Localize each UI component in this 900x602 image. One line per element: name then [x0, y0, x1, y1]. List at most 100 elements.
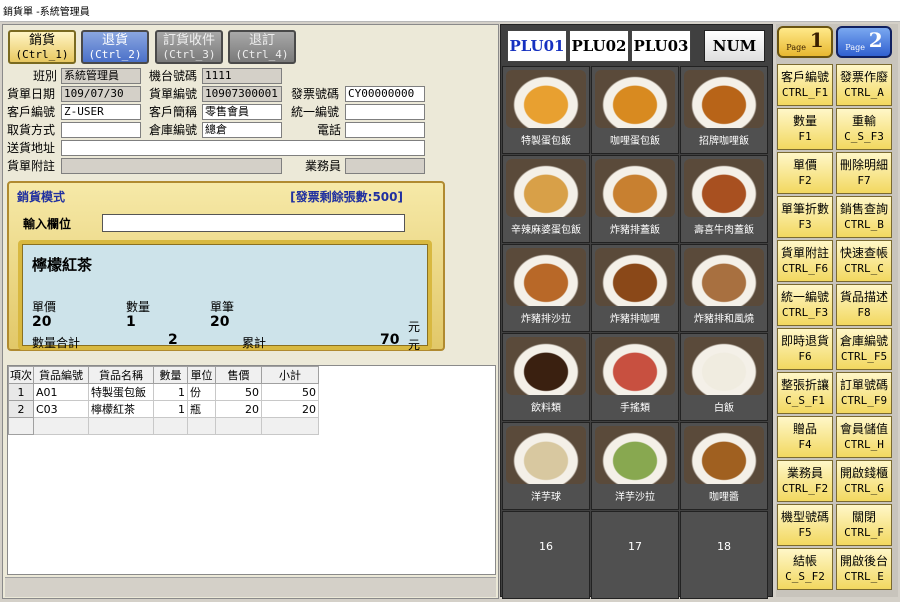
num-button[interactable]: NUM: [704, 30, 765, 62]
function-button[interactable]: 數量 F1: [777, 108, 833, 150]
function-button[interactable]: 業務員 CTRL_F2: [777, 460, 833, 502]
function-button[interactable]: 開啟錢櫃 CTRL_G: [836, 460, 892, 502]
page-2-button[interactable]: Page 2: [836, 26, 892, 58]
function-button-shortcut: CTRL_A: [844, 86, 884, 99]
invoice-no-field[interactable]: CY00000000: [345, 86, 425, 102]
plu-empty-slot[interactable]: 16: [502, 511, 590, 599]
plu-item-button[interactable]: 炸豬排沙拉: [502, 244, 590, 332]
plu-item-button[interactable]: 辛辣麻婆蛋包飯: [502, 155, 590, 243]
plu-item-button[interactable]: 炸豬排蓋飯: [591, 155, 679, 243]
tax-id-field[interactable]: [345, 104, 425, 120]
function-button[interactable]: 倉庫編號 CTRL_F5: [836, 328, 892, 370]
function-button[interactable]: 開啟後台 CTRL_E: [836, 548, 892, 590]
new-row-cell[interactable]: [88, 417, 154, 435]
plu-item-button[interactable]: 手搖類: [591, 333, 679, 421]
col-unit-header[interactable]: 單位: [187, 366, 216, 384]
function-button[interactable]: 快速查帳 CTRL_C: [836, 240, 892, 282]
plu-item-button[interactable]: 洋芋球: [502, 422, 590, 510]
customer-id-field[interactable]: Z-USER: [61, 104, 141, 120]
function-button-label: 業務員: [786, 466, 823, 480]
row-name[interactable]: 特製蛋包飯: [88, 383, 154, 401]
function-button[interactable]: 即時退貨 F6: [777, 328, 833, 370]
function-button[interactable]: 刪除明細 F7: [836, 152, 892, 194]
plu-tab-2[interactable]: PLU02: [569, 30, 629, 62]
warehouse-field[interactable]: 總倉: [202, 122, 282, 138]
col-index-header[interactable]: 項次: [8, 366, 34, 384]
function-button-shortcut: CTRL_F6: [781, 262, 829, 275]
pickup-field[interactable]: [61, 122, 141, 138]
function-button[interactable]: 機型號碼 F5: [777, 504, 833, 546]
new-row-cell[interactable]: [33, 417, 89, 435]
plu-empty-slot[interactable]: 17: [591, 511, 679, 599]
new-row-cell[interactable]: [153, 417, 188, 435]
function-button[interactable]: 整張折讓 C_S_F1: [777, 372, 833, 414]
row-price[interactable]: 50: [215, 383, 262, 401]
function-button[interactable]: 發票作廢 CTRL_A: [836, 64, 892, 106]
row-subtotal[interactable]: 20: [261, 400, 319, 418]
function-button[interactable]: 訂單號碼 CTRL_F9: [836, 372, 892, 414]
plu-item-button[interactable]: 特製蛋包飯: [502, 66, 590, 154]
plu-item-button[interactable]: 炸豬排和風燒: [680, 244, 768, 332]
plu-item-label: 16: [539, 540, 553, 553]
tab-cancel-order[interactable]: 退訂 (Ctrl_4): [228, 30, 296, 64]
address-field[interactable]: [61, 140, 425, 156]
new-row[interactable]: [8, 417, 319, 435]
row-price[interactable]: 20: [215, 400, 262, 418]
plu-item-button[interactable]: 壽喜牛肉蓋飯: [680, 155, 768, 243]
function-button[interactable]: 關閉 CTRL_F: [836, 504, 892, 546]
customer-name-field[interactable]: 零售會員: [202, 104, 282, 120]
new-row-cell[interactable]: [215, 417, 262, 435]
new-row-cell[interactable]: [187, 417, 216, 435]
row-code[interactable]: A01: [33, 383, 89, 401]
col-name-header[interactable]: 貨品名稱: [88, 366, 154, 384]
function-button[interactable]: 結帳 C_S_F2: [777, 548, 833, 590]
function-button[interactable]: 統一編號 CTRL_F3: [777, 284, 833, 326]
function-button[interactable]: 貨品描述 F8: [836, 284, 892, 326]
table-row[interactable]: 2 C03 檸檬紅茶 1 瓶 20 20: [8, 400, 319, 418]
function-button-label: 整張折讓: [780, 378, 829, 392]
plu-item-label: 炸豬排咖哩: [610, 314, 660, 325]
function-button[interactable]: 贈品 F4: [777, 416, 833, 458]
barcode-input[interactable]: [102, 214, 405, 232]
function-button[interactable]: 單筆折數 F3: [777, 196, 833, 238]
hand-shaken-drink-photo: [595, 337, 675, 395]
table-row[interactable]: 1 A01 特製蛋包飯 1 份 50 50: [8, 383, 319, 401]
plu-tab-3[interactable]: PLU03: [631, 30, 691, 62]
plu-item-button[interactable]: 炸豬排咖哩: [591, 244, 679, 332]
plu-item-button[interactable]: 招牌咖哩飯: [680, 66, 768, 154]
plu-item-button[interactable]: 咖哩醬: [680, 422, 768, 510]
col-price-header[interactable]: 售價: [215, 366, 262, 384]
row-qty[interactable]: 1: [153, 400, 188, 418]
tab-return[interactable]: 退貨 (Ctrl_2): [81, 30, 149, 64]
function-button[interactable]: 單價 F2: [777, 152, 833, 194]
col-code-header[interactable]: 貨品編號: [33, 366, 89, 384]
row-qty[interactable]: 1: [153, 383, 188, 401]
plu-item-button[interactable]: 咖哩蛋包飯: [591, 66, 679, 154]
function-button[interactable]: 銷售查詢 CTRL_B: [836, 196, 892, 238]
page-1-button[interactable]: Page 1: [777, 26, 833, 58]
plu-item-label: 手搖類: [620, 403, 650, 414]
col-subtotal-header[interactable]: 小計: [261, 366, 319, 384]
sales-detail-grid: 項次 貨品編號 貨品名稱 數量 單位 售價 小計 1 A01 特製蛋包飯 1 份…: [7, 365, 496, 575]
tab-order-receive[interactable]: 訂貨收件 (Ctrl_3): [155, 30, 223, 64]
plu-item-button[interactable]: 白飯: [680, 333, 768, 421]
function-button[interactable]: 客戶編號 CTRL_F1: [777, 64, 833, 106]
function-button[interactable]: 貨單附註 CTRL_F6: [777, 240, 833, 282]
plu-tab-1[interactable]: PLU01: [507, 30, 567, 62]
new-row-cell[interactable]: [261, 417, 319, 435]
row-name[interactable]: 檸檬紅茶: [88, 400, 154, 418]
plu-empty-slot[interactable]: 18: [680, 511, 768, 599]
row-subtotal[interactable]: 50: [261, 383, 319, 401]
function-button[interactable]: 重輸 C_S_F3: [836, 108, 892, 150]
row-unit[interactable]: 瓶: [187, 400, 216, 418]
plu-item-button[interactable]: 洋芋沙拉: [591, 422, 679, 510]
row-code[interactable]: C03: [33, 400, 89, 418]
tab-sales[interactable]: 銷貨 (Ctrl_1): [8, 30, 76, 64]
col-qty-header[interactable]: 數量: [153, 366, 188, 384]
row-unit[interactable]: 份: [187, 383, 216, 401]
function-button[interactable]: 會員儲值 CTRL_H: [836, 416, 892, 458]
note-field[interactable]: [61, 158, 282, 174]
plu-item-button[interactable]: 飲料類: [502, 333, 590, 421]
salesperson-field[interactable]: [345, 158, 425, 174]
phone-field[interactable]: [345, 122, 425, 138]
